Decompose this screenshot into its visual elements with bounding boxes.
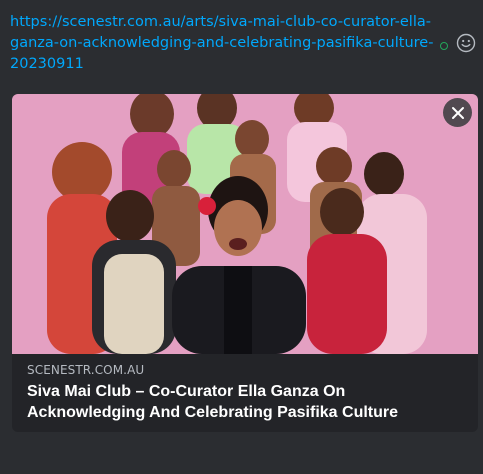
- message-link[interactable]: https://scenestr.com.au/arts/siva-mai-cl…: [10, 12, 435, 75]
- smiley-icon: [456, 33, 476, 53]
- embed-provider: SCENESTR.COM.AU: [27, 363, 145, 377]
- status-dot: [440, 42, 448, 50]
- embed-image[interactable]: [12, 94, 478, 354]
- embed-title-link[interactable]: Siva Mai Club – Co-Curator Ella Ganza On…: [27, 381, 467, 423]
- chat-message: https://scenestr.com.au/arts/siva-mai-cl…: [0, 0, 483, 474]
- link-embed: SCENESTR.COM.AU Siva Mai Club – Co-Curat…: [12, 94, 478, 432]
- embed-photo: [12, 94, 478, 354]
- close-button[interactable]: [443, 98, 472, 127]
- add-reaction-button[interactable]: [456, 33, 476, 53]
- close-icon: [451, 106, 464, 119]
